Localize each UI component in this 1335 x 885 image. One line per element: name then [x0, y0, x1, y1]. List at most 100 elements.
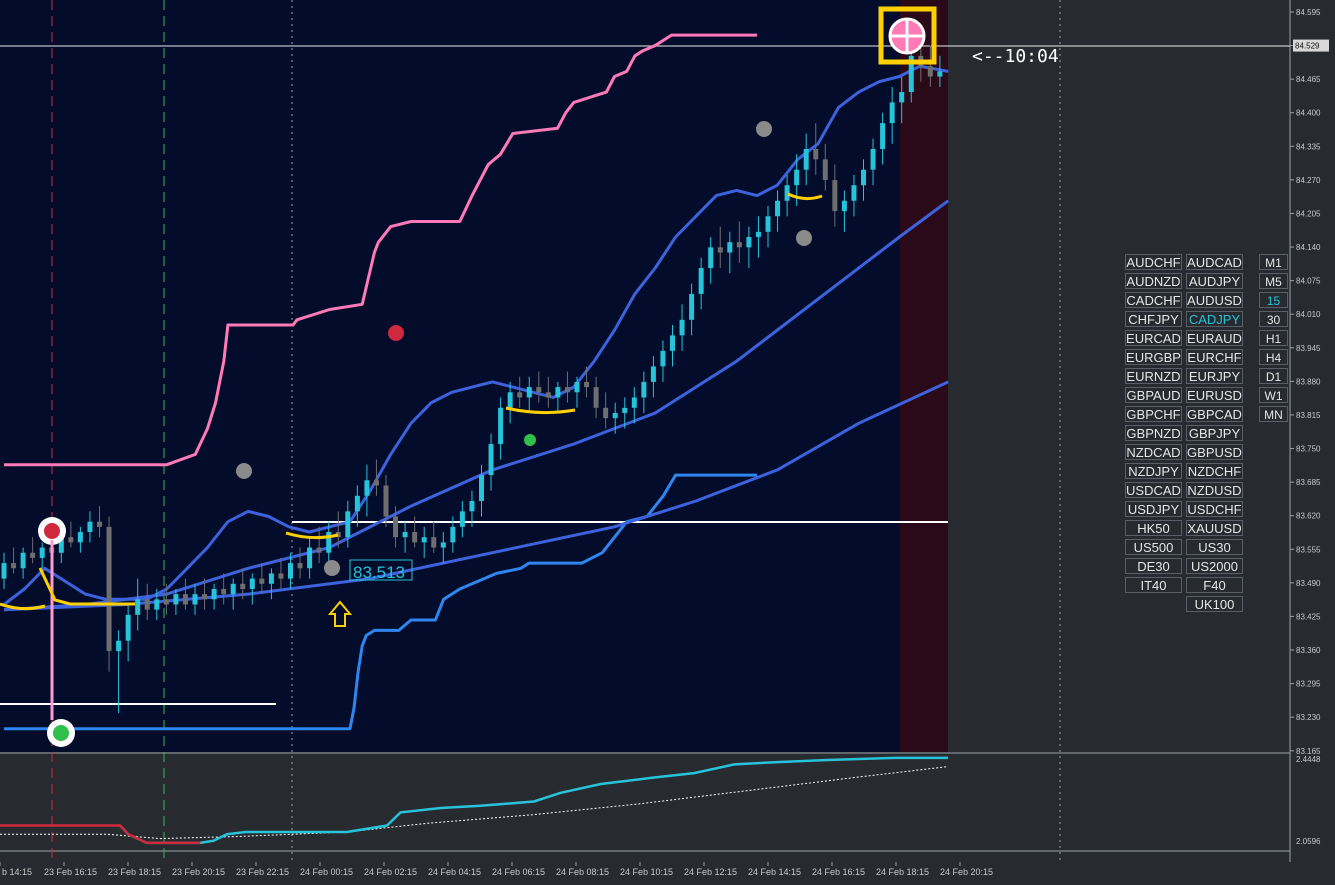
candle-body [135, 599, 141, 615]
timeframe-button-30[interactable]: 30 [1259, 311, 1288, 327]
symbol-button-gbpnzd[interactable]: GBPNZD [1125, 425, 1182, 441]
symbol-button-audusd[interactable]: AUDUSD [1186, 292, 1243, 308]
time-tick-label: 24 Feb 14:15 [748, 867, 801, 877]
symbol-button-audjpy[interactable]: AUDJPY [1186, 273, 1243, 289]
symbol-button-chfjpy[interactable]: CHFJPY [1125, 311, 1182, 327]
timeframe-button-15[interactable]: 15 [1259, 292, 1288, 308]
symbol-button-gbpusd[interactable]: GBPUSD [1186, 444, 1243, 460]
symbol-button-uk100[interactable]: UK100 [1186, 596, 1243, 612]
candle-body [173, 594, 179, 605]
time-tick-label: 23 Feb 22:15 [236, 867, 289, 877]
symbol-button-us2000[interactable]: US2000 [1186, 558, 1243, 574]
candle-body [469, 500, 475, 512]
candle-body [517, 392, 523, 398]
symbol-button-nzdjpy[interactable]: NZDJPY [1125, 463, 1182, 479]
timeframe-button-m1[interactable]: M1 [1259, 254, 1288, 270]
candle-body [87, 521, 93, 533]
symbol-button-gbpcad[interactable]: GBPCAD [1186, 406, 1243, 422]
symbol-button-eurjpy[interactable]: EURJPY [1186, 368, 1243, 384]
symbol-button-gbpaud[interactable]: GBPAUD [1125, 387, 1182, 403]
candle-body [727, 242, 733, 253]
candle-body [383, 485, 389, 517]
candle-body [584, 381, 590, 388]
candle-body [440, 542, 446, 548]
symbol-button-eurcad[interactable]: EURCAD [1125, 330, 1182, 346]
symbol-button-audnzd[interactable]: AUDNZD [1125, 273, 1182, 289]
symbol-button-usdcad[interactable]: USDCAD [1125, 482, 1182, 498]
symbol-button-us500[interactable]: US500 [1125, 539, 1182, 555]
time-tick-label: 24 Feb 20:15 [940, 867, 993, 877]
time-tick-label: 24 Feb 04:15 [428, 867, 481, 877]
candle-body [106, 526, 112, 652]
candle-body [660, 350, 666, 367]
candle-body [880, 123, 886, 150]
symbol-button-f40[interactable]: F40 [1186, 577, 1243, 593]
symbol-button-xauusd[interactable]: XAUUSD [1186, 520, 1243, 536]
candle-body [736, 242, 742, 248]
time-tick-label: 24 Feb 08:15 [556, 867, 609, 877]
price-tick-label: 83.230 [1296, 713, 1321, 722]
grey-dot-marker [236, 463, 252, 479]
time-tick-label: b 14:15 [2, 867, 32, 877]
grey-dot-marker [324, 560, 340, 576]
candle-body [555, 387, 561, 398]
candle-body [412, 532, 418, 543]
timeframe-button-w1[interactable]: W1 [1259, 387, 1288, 403]
timeframe-button-m5[interactable]: M5 [1259, 273, 1288, 289]
symbol-button-gbpjpy[interactable]: GBPJPY [1186, 425, 1243, 441]
symbol-button-eurgbp[interactable]: EURGBP [1125, 349, 1182, 365]
candle-body [316, 547, 322, 553]
candle-body [813, 149, 819, 160]
candle-body [641, 381, 647, 398]
price-tick-label: 83.360 [1296, 646, 1321, 655]
symbol-button-cadjpy[interactable]: CADJPY [1186, 311, 1243, 327]
candle-body [459, 511, 465, 527]
symbol-button-euraud[interactable]: EURAUD [1186, 330, 1243, 346]
symbol-button-audchf[interactable]: AUDCHF [1125, 254, 1182, 270]
symbol-button-de30[interactable]: DE30 [1125, 558, 1182, 574]
time-tick-label: 24 Feb 12:15 [684, 867, 737, 877]
symbol-button-usdjpy[interactable]: USDJPY [1125, 501, 1182, 517]
indicator-panel [0, 754, 1290, 850]
symbol-panel: AUDCHF AUDNZD CADCHF CHFJPY EURCAD EURGBP EURN… [1125, 254, 1335, 624]
candle-body [68, 537, 74, 543]
symbol-button-us30[interactable]: US30 [1186, 539, 1243, 555]
symbol-button-nzdcad[interactable]: NZDCAD [1125, 444, 1182, 460]
candle-body [870, 149, 876, 170]
time-tick-label: 23 Feb 20:15 [172, 867, 225, 877]
symbol-button-hk50[interactable]: HK50 [1125, 520, 1182, 536]
grey-dot-marker [756, 121, 772, 137]
candle-body [612, 412, 618, 419]
candle-body [545, 392, 551, 398]
symbol-button-cadchf[interactable]: CADCHF [1125, 292, 1182, 308]
candle-body [574, 381, 580, 393]
timeframe-button-d1[interactable]: D1 [1259, 368, 1288, 384]
candle-body [393, 516, 399, 538]
symbol-button-audcad[interactable]: AUDCAD [1186, 254, 1243, 270]
candle-body [364, 480, 370, 496]
candle-body [116, 640, 122, 652]
symbol-button-eurnzd[interactable]: EURNZD [1125, 368, 1182, 384]
symbol-button-nzdusd[interactable]: NZDUSD [1186, 482, 1243, 498]
session-highlight [900, 0, 948, 752]
candle-body [154, 599, 160, 610]
timeframe-button-h4[interactable]: H4 [1259, 349, 1288, 365]
candle-body [431, 537, 437, 548]
price-tick-label: 83.295 [1296, 680, 1321, 689]
candle-body [593, 387, 599, 408]
candle-body [927, 66, 933, 77]
symbol-button-gbpchf[interactable]: GBPCHF [1125, 406, 1182, 422]
symbol-button-eurusd[interactable]: EURUSD [1186, 387, 1243, 403]
symbol-button-nzdchf[interactable]: NZDCHF [1186, 463, 1243, 479]
candle-body [268, 573, 274, 584]
timeframe-button-mn[interactable]: MN [1259, 406, 1288, 422]
symbol-button-eurchf[interactable]: EURCHF [1186, 349, 1243, 365]
candle-body [125, 614, 131, 641]
timeframe-button-h1[interactable]: H1 [1259, 330, 1288, 346]
green-dot-marker [524, 434, 536, 446]
main-plot-background [0, 0, 948, 752]
candle-body [899, 92, 905, 103]
symbol-button-it40[interactable]: IT40 [1125, 577, 1182, 593]
symbol-button-usdchf[interactable]: USDCHF [1186, 501, 1243, 517]
current-price-label: 84.529 [1295, 42, 1320, 51]
